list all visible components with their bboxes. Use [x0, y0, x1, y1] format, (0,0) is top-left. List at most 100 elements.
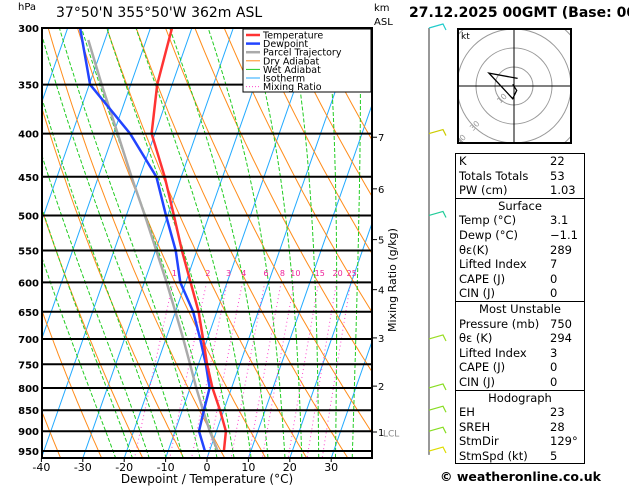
row-label: StmSpd (kt) — [459, 448, 528, 463]
hodograph: 103040kt — [454, 28, 572, 147]
mixing-ratio-label: 8 — [280, 269, 285, 278]
table-row: CAPE (J) 0 — [456, 360, 584, 375]
km-tick-label: 3 — [378, 334, 384, 345]
pressure-tick-label: 950 — [18, 447, 39, 458]
table-row: CAPE (J) 0 — [456, 272, 584, 287]
row-value: 0 — [550, 374, 558, 389]
section-title: Most Unstable — [479, 301, 561, 316]
x-tick-label: -30 — [74, 461, 92, 474]
wet-adiabat-line — [327, 28, 338, 458]
row-label: CIN (J) — [459, 374, 496, 389]
wind-barb — [428, 383, 447, 391]
isotherm-line — [42, 28, 193, 458]
indices-section: K 22 Totals Totals 53 PW (cm) 1.03 — [456, 154, 584, 198]
km-tick-label: 4 — [378, 286, 384, 297]
pressure-tick-label: 900 — [18, 427, 39, 438]
table-row: Temp (°C) 3.1 — [456, 213, 584, 228]
dry-adiabat-line — [42, 106, 185, 458]
km-tick-label: 2 — [378, 382, 384, 393]
mixing-ratio-axis-label: Mixing Ratio (g/kg) — [386, 228, 399, 332]
row-label: EH — [459, 405, 475, 420]
row-value: 23 — [550, 405, 565, 420]
dry-adiabat-line — [77, 28, 267, 458]
row-label: CAPE (J) — [459, 360, 506, 375]
table-row: StmSpd (kt) 5 — [456, 449, 584, 464]
wind-barb — [428, 128, 447, 136]
pressure-tick-label: 650 — [18, 308, 39, 319]
table-row: Totals Totals 53 — [456, 169, 584, 184]
km-tick-label: 5 — [378, 236, 384, 247]
wind-barb — [428, 446, 447, 454]
wet-adiabat-line — [42, 34, 184, 458]
row-label: CAPE (J) — [459, 271, 506, 286]
row-value: 3 — [550, 345, 558, 360]
row-label: Lifted Index — [459, 345, 527, 360]
wind-barb — [428, 334, 447, 342]
pressure-tick-label: 750 — [18, 360, 39, 371]
pressure-tick-label: 550 — [18, 246, 39, 257]
table-row: StmDir 129° — [456, 434, 584, 449]
row-label: Pressure (mb) — [459, 316, 540, 331]
x-tick-label: -40 — [32, 461, 50, 474]
row-value: 22 — [550, 154, 565, 168]
row-value: −1.1 — [550, 227, 578, 242]
row-label: Totals Totals — [459, 168, 529, 183]
row-value: 1.03 — [550, 183, 576, 198]
wind-barb — [428, 426, 447, 434]
table-row: CIN (J) 0 — [456, 286, 584, 301]
km-tick-label: 6 — [378, 185, 384, 196]
table-row: SREH 28 — [456, 420, 584, 435]
pressure-tick-label: 600 — [18, 278, 39, 289]
table-row: Dewp (°C) −1.1 — [456, 228, 584, 243]
wind-barb — [428, 23, 447, 31]
section-title: Surface — [498, 198, 542, 213]
row-value: 5 — [550, 448, 558, 463]
mixing-ratio-label: 4 — [241, 269, 246, 278]
wet-adiabat-line — [249, 28, 303, 458]
section-title: Hodograph — [488, 390, 552, 405]
pressure-tick-label: 700 — [18, 335, 39, 346]
datetime-title: 27.12.2025 00GMT (Base: 00) — [409, 5, 629, 21]
pressure-tick-label: 800 — [18, 384, 39, 395]
row-value: 3.1 — [550, 213, 569, 228]
row-value: 0 — [550, 271, 558, 286]
mixing-ratio-label: 25 — [347, 269, 357, 278]
mixing-ratio-label: 1 — [172, 269, 177, 278]
location-title: 37°50'N 355°50'W 362m ASL — [56, 5, 263, 21]
height-unit: km ASL — [374, 2, 393, 30]
mixing-ratio-label: 20 — [333, 269, 343, 278]
mixing-ratio-line — [248, 282, 282, 458]
table-row: Pressure (mb) 750 — [456, 317, 584, 332]
pressure-tick-label: 350 — [18, 81, 39, 92]
hodograph-ring-label: 40 — [454, 133, 468, 147]
pressure-unit: hPa — [18, 2, 37, 13]
table-row: Lifted Index 3 — [456, 346, 584, 361]
pressure-tick-label: 850 — [18, 406, 39, 417]
skewt-chart: 1 2 3 4 6 8 10 15 20 25 300 350 400 450 500 550 600 650 70… — [0, 0, 629, 486]
isotherm-line — [42, 28, 110, 222]
row-value: 0 — [550, 360, 558, 375]
table-row: θε (K) 294 — [456, 331, 584, 346]
row-label: SREH — [459, 419, 491, 434]
row-value: 28 — [550, 419, 565, 434]
table-row: K 22 — [456, 154, 584, 169]
row-label: PW (cm) — [459, 183, 508, 198]
row-label: K — [459, 154, 467, 168]
indices-table: K 22 Totals Totals 53 PW (cm) 1.03 Surface Tem… — [455, 153, 585, 465]
mixing-ratio-label: 3 — [226, 269, 231, 278]
legend: TemperatureDewpointParcel TrajectoryDry … — [242, 28, 372, 93]
row-label: θε (K) — [459, 331, 493, 346]
pressure-tick-label: 300 — [18, 24, 39, 35]
row-value: 750 — [550, 316, 572, 331]
row-value: 294 — [550, 331, 572, 346]
most-unstable-section: Most Unstable Pressure (mb) 750 θε (K) 294 Li… — [456, 300, 584, 390]
dry-adiabat-line — [0, 28, 20, 459]
table-row: PW (cm) 1.03 — [456, 183, 584, 198]
wet-adiabat-line — [207, 28, 286, 458]
row-label: θε(K) — [459, 242, 489, 257]
hodograph-ring-label: 30 — [468, 119, 482, 133]
footer-credit: © weatheronline.co.uk — [440, 469, 601, 484]
wind-barb — [428, 405, 447, 413]
hodograph-unit: kt — [461, 32, 470, 42]
row-label: Dewp (°C) — [459, 227, 519, 242]
